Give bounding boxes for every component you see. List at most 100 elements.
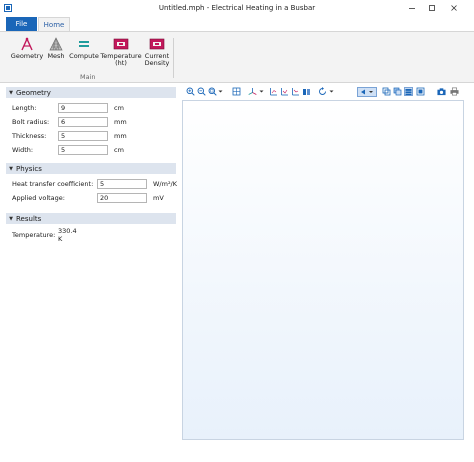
zoom-extents-button[interactable] [232, 87, 241, 96]
title-bar: Untitled.mph - Electrical Heating in a B… [0, 0, 474, 17]
bolt-radius-unit: mm [114, 118, 127, 126]
zoom-out-button[interactable] [197, 87, 206, 96]
camera-icon [437, 88, 446, 96]
window-title: Untitled.mph - Electrical Heating in a B… [158, 4, 316, 12]
wireframe-icon [382, 87, 391, 96]
temperature-plot-label: Temperature (ht) [100, 52, 142, 67]
thickness-input[interactable]: 5 [58, 131, 108, 141]
zoom-out-icon [197, 87, 206, 96]
graphics-toolbar [182, 85, 464, 99]
chevron-down-icon [218, 90, 223, 93]
thickness-label: Thickness: [12, 132, 47, 140]
heat-transfer-input[interactable]: 5 [97, 179, 147, 189]
current-density-plot-icon [149, 38, 165, 50]
physics-section-header[interactable]: ▼ Physics [6, 163, 176, 174]
collapse-triangle-icon: ▼ [9, 89, 13, 96]
length-input[interactable]: 9 [58, 103, 108, 113]
geometry-section-header[interactable]: ▼ Geometry [6, 87, 176, 98]
maximize-button[interactable] [425, 2, 439, 14]
applied-voltage-label: Applied voltage: [12, 194, 65, 202]
view-zx-icon [292, 88, 299, 96]
width-label: Width: [12, 146, 34, 154]
view-yz-icon [281, 88, 288, 96]
heat-transfer-row: Heat transfer coefficient: 5 W/m²/K [12, 179, 177, 189]
current-density-plot-label: Current Density [144, 52, 170, 67]
close-icon [451, 5, 457, 11]
view-dropdown-button[interactable] [259, 87, 264, 96]
view-axes-button[interactable] [248, 87, 257, 96]
zoom-in-icon [186, 87, 195, 96]
reset-dropdown-button[interactable] [329, 87, 334, 96]
tab-home[interactable]: Home [38, 17, 70, 31]
close-button[interactable] [447, 2, 461, 14]
applied-voltage-input[interactable]: 20 [97, 193, 147, 203]
temperature-plot-icon [113, 38, 129, 50]
heat-transfer-label: Heat transfer coefficient: [12, 180, 94, 188]
geometry-button-label: Geometry [10, 52, 44, 60]
current-density-plot-button[interactable]: Current Density [142, 36, 172, 67]
axis-orientation-icon [416, 87, 425, 96]
print-icon [450, 87, 459, 96]
results-section-title: Results [16, 214, 42, 223]
settings-panel: ▼ Geometry Length: 9 cm Bolt radius: 6 m… [6, 85, 177, 440]
ribbon-group-separator [173, 38, 174, 78]
graphics-window[interactable] [182, 100, 464, 440]
compute-button[interactable]: Compute [68, 36, 100, 60]
print-button[interactable] [450, 87, 459, 96]
scene-light-icon [361, 89, 373, 95]
tab-file[interactable]: File [6, 17, 37, 31]
zoom-extents-icon [232, 87, 241, 96]
axis-orientation-button[interactable] [416, 87, 425, 96]
results-section-header[interactable]: ▼ Results [6, 213, 176, 224]
bolt-radius-label: Bolt radius: [12, 118, 50, 126]
width-unit: cm [114, 146, 124, 154]
view-xy-icon [270, 88, 277, 96]
applied-voltage-row: Applied voltage: 20 mV [12, 193, 164, 203]
temperature-plot-button[interactable]: Temperature (ht) [100, 36, 142, 67]
compute-button-label: Compute [69, 52, 99, 60]
heat-transfer-unit: W/m²/K [153, 180, 178, 188]
minimize-button[interactable] [405, 2, 419, 14]
transparency-icon [393, 87, 402, 96]
chevron-down-icon [259, 90, 264, 93]
zoom-dropdown-button[interactable] [218, 87, 223, 96]
applied-voltage-unit: mV [153, 194, 164, 202]
length-label: Length: [12, 104, 37, 112]
collapse-triangle-icon: ▼ [9, 165, 13, 172]
mesh-button-label: Mesh [47, 52, 65, 60]
view-zx-button[interactable] [291, 87, 300, 96]
ribbon: Geometry Mesh Compute Temperature (ht) C… [0, 31, 474, 83]
zoom-box-button[interactable] [208, 87, 217, 96]
grid-icon [405, 88, 412, 95]
view-yz-button[interactable] [280, 87, 289, 96]
view-3d-icon [303, 89, 310, 95]
wireframe-button[interactable] [382, 87, 391, 96]
width-input[interactable]: 5 [58, 145, 108, 155]
geometry-section-title: Geometry [16, 88, 51, 97]
length-unit: cm [114, 104, 124, 112]
view-3d-button[interactable] [302, 87, 311, 96]
chevron-down-icon [329, 90, 334, 93]
geometry-button[interactable]: Geometry [10, 36, 44, 60]
physics-section-title: Physics [16, 164, 42, 173]
transparency-button[interactable] [393, 87, 402, 96]
zoom-in-button[interactable] [186, 87, 195, 96]
screenshot-button[interactable] [437, 87, 446, 96]
rotate-icon [319, 87, 326, 95]
view-xy-button[interactable] [269, 87, 278, 96]
mesh-icon [49, 37, 63, 51]
thickness-unit: mm [114, 132, 127, 140]
thickness-row: Thickness: 5 mm [12, 131, 127, 141]
length-row: Length: 9 cm [12, 103, 124, 113]
bolt-radius-row: Bolt radius: 6 mm [12, 117, 127, 127]
width-row: Width: 5 cm [12, 145, 124, 155]
minimize-icon [409, 8, 415, 9]
geometry-icon [21, 37, 33, 51]
bolt-radius-input[interactable]: 6 [58, 117, 108, 127]
ribbon-tabs: File Home [0, 17, 474, 31]
grid-button[interactable] [404, 87, 413, 96]
scene-light-button[interactable] [357, 87, 377, 97]
reset-view-button[interactable] [318, 87, 327, 96]
mesh-button[interactable]: Mesh [44, 36, 68, 60]
maximize-icon [429, 5, 435, 11]
